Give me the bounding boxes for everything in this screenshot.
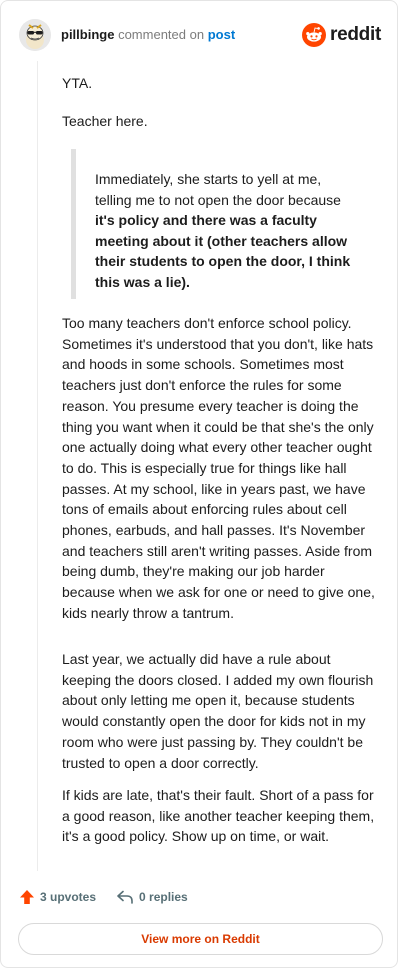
reddit-logo[interactable]: reddit (302, 23, 381, 47)
quote-bold-text: it's policy and there was a faculty meet… (95, 212, 351, 290)
avatar-icon (19, 19, 51, 51)
reply-button[interactable]: 0 replies (116, 889, 188, 905)
view-more-button[interactable]: View more on Reddit (18, 923, 383, 955)
comment-line-teacher: Teacher here. (62, 113, 148, 129)
upvote-count: 3 upvotes (40, 890, 97, 904)
upvote-button[interactable]: 3 upvotes (19, 889, 96, 905)
comment-card: pillbinge commented on post reddit YTA. … (0, 0, 398, 968)
comment-paragraph-3: If kids are late, that's their fault. Sh… (62, 787, 375, 845)
blockquote: Immediately, she starts to yell at me, t… (71, 149, 361, 299)
thread-line (37, 61, 38, 871)
reddit-snoo-icon (302, 23, 327, 47)
action-text: commented on (118, 27, 205, 42)
comment-paragraph-2: Last year, we actually did have a rule a… (62, 651, 374, 771)
comment-paragraph-1: Too many teachers don't enforce school p… (62, 315, 375, 621)
upvote-arrow-icon (20, 890, 34, 904)
username-link[interactable]: pillbinge (61, 27, 114, 42)
reply-arrow-icon (117, 890, 133, 904)
post-link[interactable]: post (208, 27, 235, 42)
reply-count: 0 replies (139, 890, 188, 904)
comment-actions: 3 upvotes 0 replies (19, 887, 188, 907)
comment-line-yta: YTA. (62, 75, 93, 91)
comment-header: pillbinge commented on post reddit (19, 17, 381, 53)
comment-byline: pillbinge commented on post (61, 27, 235, 43)
user-avatar[interactable] (19, 19, 51, 51)
quote-text: Immediately, she starts to yell at me, t… (95, 171, 341, 208)
reddit-wordmark: reddit (330, 24, 381, 45)
